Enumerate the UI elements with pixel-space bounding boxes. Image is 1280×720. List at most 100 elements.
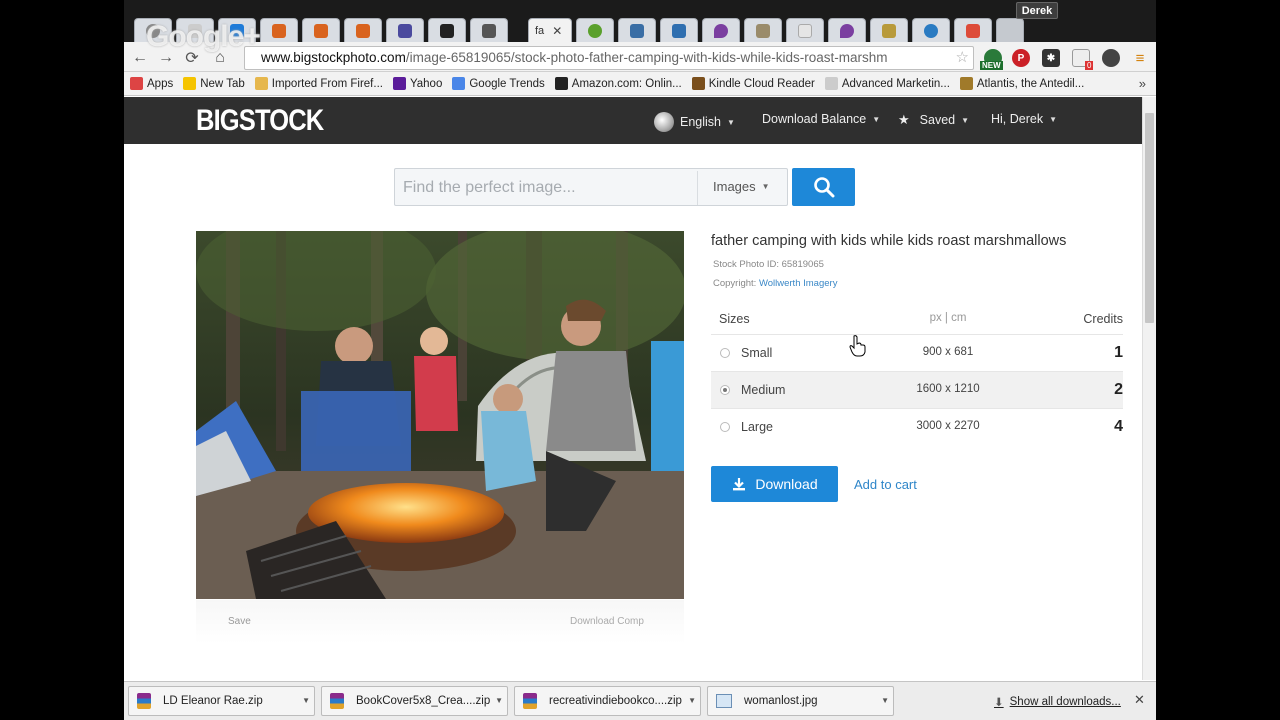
bookmark-item[interactable]: Atlantis, the Antedil... [959, 77, 1085, 90]
bookmark-label: New Tab [200, 77, 245, 90]
download-item[interactable]: recreativindiebookco....zip ▼ [514, 686, 701, 716]
close-tab-icon[interactable]: ✕ [552, 24, 562, 38]
bookmark-label: Yahoo [409, 77, 443, 90]
copyright-owner-link[interactable]: Wollwerth Imagery [759, 278, 838, 289]
download-balance-menu[interactable]: Download Balance ▼ [762, 112, 880, 126]
menu-icon[interactable]: ≡ [1130, 48, 1150, 68]
search-input[interactable] [403, 177, 683, 199]
puzzle-icon[interactable]: ✱ [1042, 49, 1060, 67]
download-button[interactable]: Download [711, 466, 838, 502]
browser-tab[interactable] [260, 18, 298, 42]
browser-tab[interactable] [576, 18, 614, 42]
browser-tab[interactable] [428, 18, 466, 42]
browser-tab-active[interactable]: fa ✕ [528, 18, 572, 42]
caret-down-icon[interactable]: ▼ [881, 696, 889, 705]
bookmark-icon [130, 77, 143, 90]
bookmark-item[interactable]: Google Trends [452, 77, 545, 90]
language-menu[interactable]: English ▼ [654, 112, 735, 132]
bookmark-item[interactable]: Yahoo [392, 77, 443, 90]
close-shelf-icon[interactable]: ✕ [1134, 692, 1145, 708]
search-icon [813, 177, 834, 198]
stock-photo-id: Stock Photo ID: 65819065 [713, 259, 824, 270]
download-item[interactable]: BookCover5x8_Crea....zip ▼ [321, 686, 508, 716]
browser-tab[interactable] [344, 18, 382, 42]
download-item[interactable]: LD Eleanor Rae.zip ▼ [128, 686, 315, 716]
bookmark-icon [824, 77, 838, 90]
add-to-cart-link[interactable]: Add to cart [854, 477, 917, 492]
bookmark-label: Atlantis, the Antedil... [976, 77, 1085, 90]
size-option-medium[interactable]: Medium 1600 x 1210 2 [711, 372, 1123, 409]
tab-favicon-icon [630, 23, 644, 38]
caret-down-icon[interactable]: ▼ [302, 696, 310, 705]
bookmark-item[interactable]: Kindle Cloud Reader [691, 77, 815, 90]
browser-tab[interactable] [660, 18, 698, 42]
download-arrow-icon: ⬇ [994, 697, 1004, 709]
show-all-downloads-link[interactable]: ⬇ Show all downloads... [994, 695, 1121, 709]
saved-menu[interactable]: ★ Saved ▼ [898, 112, 969, 128]
url-host: www.bigstockphoto.com [261, 50, 406, 65]
profile-badge[interactable]: Derek [1016, 2, 1058, 19]
size-option-large[interactable]: Large 3000 x 2270 4 [711, 409, 1123, 446]
bigstock-logo[interactable]: BIGSTOCK [196, 104, 324, 138]
address-bar[interactable]: www.bigstockphoto.com/image-65819065/sto… [244, 46, 974, 70]
search-type-select[interactable]: Images ▼ [713, 179, 770, 194]
tab-favicon-icon [756, 23, 770, 38]
new-tab-button[interactable] [996, 18, 1024, 42]
size-credits: 2 [1114, 381, 1123, 398]
bookmark-item[interactable]: Imported From Firef... [254, 77, 383, 90]
browser-tab[interactable] [828, 18, 866, 42]
save-photo-link[interactable]: Save [228, 616, 251, 627]
bookmark-label: Advanced Marketin... [841, 77, 950, 90]
tab-favicon-icon [840, 23, 854, 38]
bookmark-item[interactable]: Amazon.com: Onlin... [554, 77, 682, 90]
browser-tab[interactable] [302, 18, 340, 42]
size-radio[interactable] [720, 348, 730, 358]
account-menu[interactable]: Hi, Derek ▼ [991, 112, 1057, 126]
download-filename: recreativindiebookco....zip [549, 695, 682, 707]
browser-tab[interactable] [470, 18, 508, 42]
download-filename: womanlost.jpg [744, 695, 818, 707]
caret-down-icon: ▼ [1049, 114, 1058, 124]
bookmark-star-icon[interactable]: ☆ [955, 47, 969, 69]
size-option-small[interactable]: Small 900 x 681 1 [711, 335, 1123, 372]
stock-photo[interactable] [196, 231, 684, 599]
bookmarks-overflow-icon[interactable]: » [1139, 76, 1146, 91]
browser-window: fa ✕ Derek Google+ ← → ⟳ ⌂ www.bigstockp… [124, 0, 1156, 720]
zip-file-icon [137, 693, 151, 709]
browser-tab[interactable] [870, 18, 908, 42]
caret-down-icon: ▼ [727, 117, 735, 127]
browser-tab[interactable] [618, 18, 656, 42]
issuu-icon [440, 23, 454, 38]
browser-tab[interactable] [954, 18, 992, 42]
browser-tab[interactable] [744, 18, 782, 42]
tab-strip: fa ✕ Derek [124, 0, 1156, 42]
account-icon[interactable] [1102, 49, 1120, 67]
size-name: Small [741, 346, 773, 360]
bookmark-icon [691, 77, 705, 90]
caret-down-icon[interactable]: ▼ [688, 696, 696, 705]
page-scrollbar[interactable] [1142, 97, 1156, 680]
search-divider [697, 171, 698, 205]
active-tab-label: fa [535, 24, 545, 37]
browser-tab[interactable] [386, 18, 424, 42]
bookmark-item[interactable]: New Tab [183, 77, 245, 90]
bookmark-label: Imported From Firef... [271, 77, 383, 90]
browser-tab[interactable] [912, 18, 950, 42]
scrollbar-thumb[interactable] [1145, 113, 1154, 323]
show-all-label: Show all downloads... [1009, 696, 1121, 708]
size-radio[interactable] [720, 422, 730, 432]
search-button[interactable] [792, 168, 855, 206]
download-item[interactable]: womanlost.jpg ▼ [707, 686, 894, 716]
caret-down-icon[interactable]: ▼ [495, 696, 503, 705]
size-radio[interactable] [720, 385, 730, 395]
browser-tab[interactable] [786, 18, 824, 42]
browser-tab[interactable] [702, 18, 740, 42]
image-file-icon [716, 694, 732, 708]
bookmark-item[interactable]: Apps [130, 77, 173, 90]
units-label: px | cm [929, 312, 967, 324]
pinterest-icon[interactable]: P [1012, 49, 1030, 67]
saved-label: Saved [919, 113, 956, 127]
bookmark-item[interactable]: Advanced Marketin... [824, 77, 950, 90]
download-comp-link[interactable]: Download Comp [570, 616, 644, 627]
new-badge: NEW [980, 61, 1003, 70]
